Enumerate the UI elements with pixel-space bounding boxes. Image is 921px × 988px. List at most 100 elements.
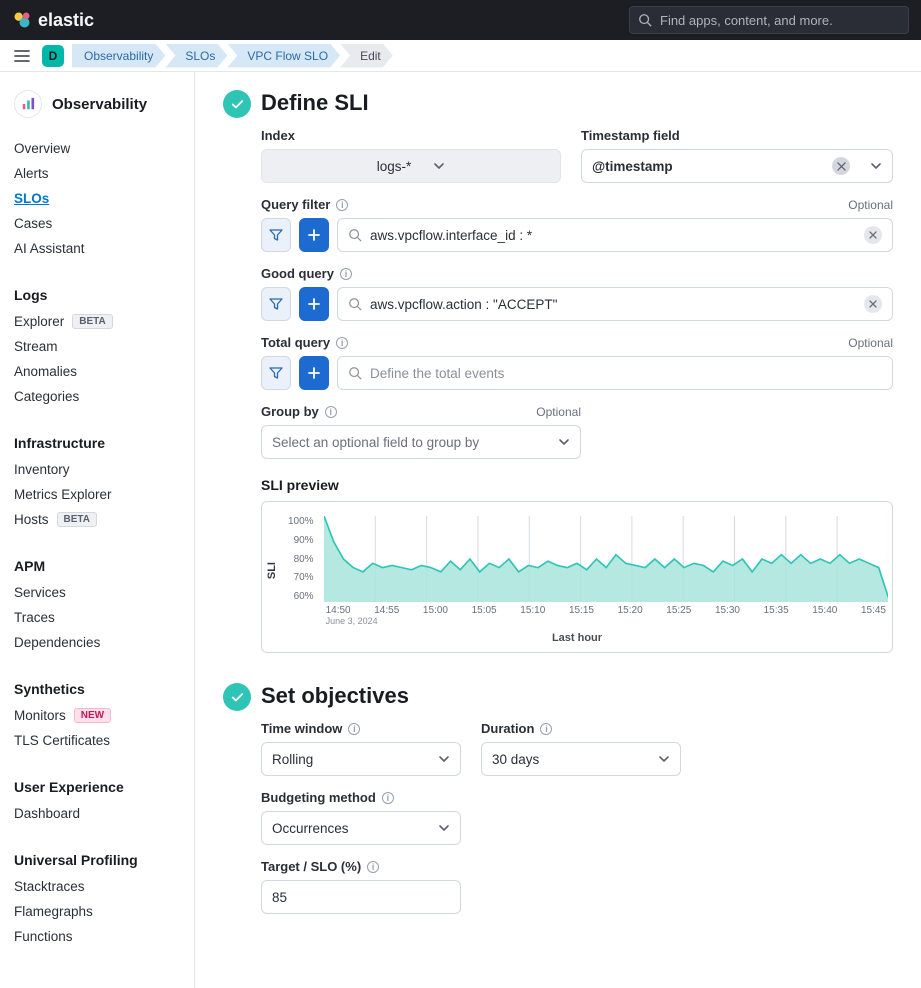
time-window-select[interactable]: Rolling — [261, 742, 461, 776]
filter-button[interactable] — [261, 218, 291, 252]
sidebar-item-categories[interactable]: Categories — [0, 384, 194, 409]
group-by-label: Group by i Optional — [261, 404, 581, 419]
section-title-objectives: Set objectives — [261, 683, 893, 709]
sidebar-item-traces[interactable]: Traces — [0, 605, 194, 630]
filter-button[interactable] — [261, 287, 291, 321]
sidebar-group-profiling: Universal Profiling — [0, 834, 194, 874]
sidebar-item-inventory[interactable]: Inventory — [0, 457, 194, 482]
sidebar-item-monitors[interactable]: MonitorsNEW — [0, 703, 194, 728]
chevron-down-icon — [558, 436, 570, 448]
beta-badge: BETA — [72, 314, 112, 329]
brand-logo-text[interactable]: elastic — [12, 10, 94, 31]
sidebar-item-stacktraces[interactable]: Stacktraces — [0, 874, 194, 899]
brand-name: elastic — [38, 10, 94, 31]
sidebar-item-dashboard[interactable]: Dashboard — [0, 801, 194, 826]
sidebar-item-cases[interactable]: Cases — [0, 211, 194, 236]
breadcrumbs: Observability SLOs VPC Flow SLO Edit — [72, 44, 393, 68]
beta-badge: BETA — [57, 512, 97, 527]
search-icon — [348, 297, 362, 311]
sidebar-item-ai-assistant[interactable]: AI Assistant — [0, 236, 194, 261]
duration-label: Duration i — [481, 721, 681, 736]
group-by-select[interactable]: Select an optional field to group by — [261, 425, 581, 459]
sli-preview-title: SLI preview — [261, 477, 893, 493]
sidebar-item-tls[interactable]: TLS Certificates — [0, 728, 194, 753]
sidebar-item-overview[interactable]: Overview — [0, 136, 194, 161]
optional-label: Optional — [848, 198, 893, 212]
breadcrumb-item[interactable]: SLOs — [165, 44, 227, 68]
index-select[interactable]: logs-* — [261, 149, 561, 183]
plot-area: 14:5014:5515:00 15:0515:1015:15 15:2015:… — [324, 516, 888, 626]
subheader: D Observability SLOs VPC Flow SLO Edit — [0, 40, 921, 72]
sidebar-item-slos[interactable]: SLOs — [0, 186, 194, 211]
elastic-logo-icon — [12, 10, 32, 30]
target-label: Target / SLO (%) i — [261, 859, 461, 874]
filter-button[interactable] — [261, 356, 291, 390]
section-set-objectives: Set objectives Time window i Rolling — [261, 683, 893, 914]
global-search[interactable]: Find apps, content, and more. — [629, 6, 909, 34]
breadcrumb-item[interactable]: VPC Flow SLO — [227, 44, 340, 68]
search-icon — [638, 13, 652, 27]
query-filter-label: Query filter i Optional — [261, 197, 893, 212]
sidebar-item-services[interactable]: Services — [0, 580, 194, 605]
clear-icon[interactable] — [832, 157, 850, 175]
nav-toggle-button[interactable] — [10, 44, 34, 68]
sidebar-item-explorer[interactable]: ExplorerBETA — [0, 309, 194, 334]
add-filter-button[interactable] — [299, 287, 329, 321]
chevron-down-icon — [438, 753, 450, 765]
clear-icon[interactable] — [864, 226, 882, 244]
clear-icon[interactable] — [864, 295, 882, 313]
group-by-placeholder: Select an optional field to group by — [272, 435, 479, 450]
space-badge[interactable]: D — [42, 45, 64, 67]
query-filter-text: aws.vpcflow.interface_id : * — [370, 228, 856, 243]
chevron-down-icon — [438, 822, 450, 834]
step-complete-icon — [223, 683, 251, 711]
sidebar-group-ux: User Experience — [0, 761, 194, 801]
yaxis-title: SLI — [266, 562, 278, 579]
good-query-input[interactable]: aws.vpcflow.action : "ACCEPT" — [337, 287, 893, 321]
sidebar-group-synthetics: Synthetics — [0, 663, 194, 703]
info-icon[interactable]: i — [382, 792, 394, 804]
sidebar-item-functions[interactable]: Functions — [0, 924, 194, 949]
sidebar-item-stream[interactable]: Stream — [0, 334, 194, 359]
good-query-label: Good query i — [261, 266, 893, 281]
target-input[interactable]: 85 — [261, 880, 461, 914]
sidebar-group-apm: APM — [0, 540, 194, 580]
chevron-down-icon — [658, 753, 670, 765]
budgeting-select[interactable]: Occurrences — [261, 811, 461, 845]
add-filter-button[interactable] — [299, 356, 329, 390]
add-filter-button[interactable] — [299, 218, 329, 252]
search-icon — [348, 366, 362, 380]
query-filter-input[interactable]: aws.vpcflow.interface_id : * — [337, 218, 893, 252]
info-icon[interactable]: i — [336, 337, 348, 349]
section-define-sli: Define SLI Index logs-* — [261, 90, 893, 653]
info-icon[interactable]: i — [325, 406, 337, 418]
index-label: Index — [261, 128, 561, 143]
main-content: Define SLI Index logs-* — [195, 72, 921, 988]
sidebar-title-text: Observability — [52, 96, 147, 113]
sidebar-item-metrics-explorer[interactable]: Metrics Explorer — [0, 482, 194, 507]
info-icon[interactable]: i — [336, 199, 348, 211]
good-query-text: aws.vpcflow.action : "ACCEPT" — [370, 297, 856, 312]
sidebar-group-logs: Logs — [0, 269, 194, 309]
breadcrumb-item-current: Edit — [340, 44, 393, 68]
optional-label: Optional — [536, 405, 581, 419]
xaxis-ticks: 14:5014:5515:00 15:0515:1015:15 15:2015:… — [324, 605, 888, 616]
sidebar-item-hosts[interactable]: HostsBETA — [0, 507, 194, 532]
timestamp-value: @timestamp — [592, 159, 673, 174]
info-icon[interactable]: i — [367, 861, 379, 873]
breadcrumb-item[interactable]: Observability — [72, 44, 165, 68]
info-icon[interactable]: i — [340, 268, 352, 280]
info-icon[interactable]: i — [540, 723, 552, 735]
chart-subtitle: Last hour — [262, 632, 892, 644]
sli-preview-chart: SLI 100% 90% 80% 70% 60% — [261, 501, 893, 653]
duration-select[interactable]: 30 days — [481, 742, 681, 776]
yaxis-ticks: 100% 90% 80% 70% 60% — [286, 516, 316, 602]
sidebar-item-dependencies[interactable]: Dependencies — [0, 630, 194, 655]
sidebar-item-alerts[interactable]: Alerts — [0, 161, 194, 186]
info-icon[interactable]: i — [348, 723, 360, 735]
new-badge: NEW — [74, 708, 111, 723]
budgeting-value: Occurrences — [272, 821, 349, 836]
total-query-input[interactable]: Define the total events — [337, 356, 893, 390]
sidebar-item-anomalies[interactable]: Anomalies — [0, 359, 194, 384]
timestamp-select[interactable]: @timestamp — [581, 149, 893, 183]
